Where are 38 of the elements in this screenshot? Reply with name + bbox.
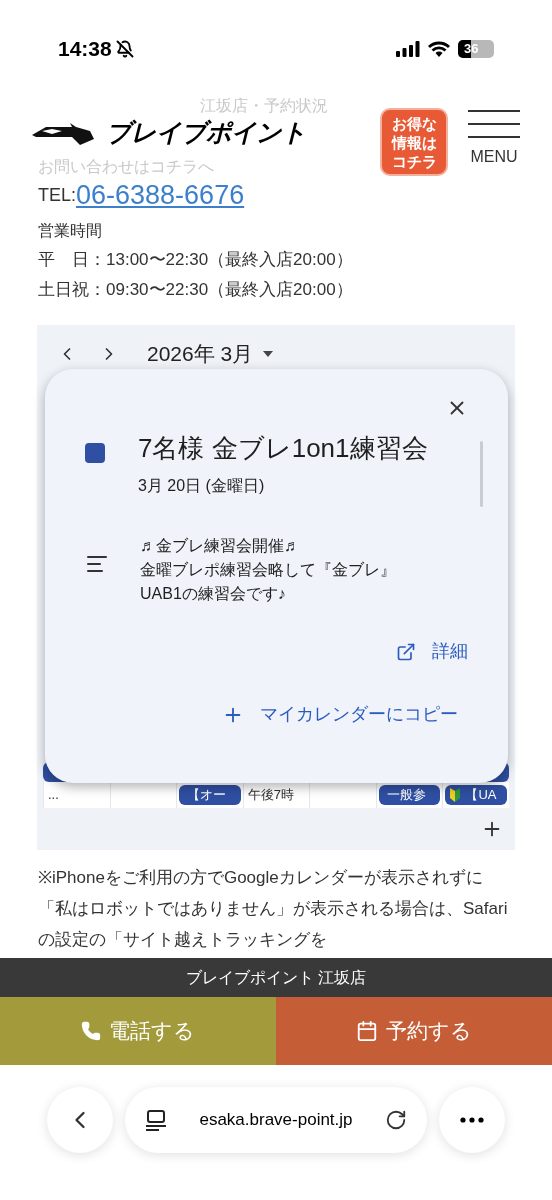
shop-name: ブレイブポイント 江坂店 <box>185 967 367 988</box>
event-description: ♬金ブレ練習会開催♬ 金曜ブレポ練習会略して『金ブレ』 UAB1の練習会です♪ <box>140 536 396 604</box>
event-title: 7名様 金ブレ1on1練習会 <box>138 432 428 465</box>
reload-icon[interactable] <box>385 1109 407 1131</box>
calendar-icon <box>356 1020 378 1042</box>
url-text: esaka.brave-point.jp <box>199 1109 353 1132</box>
silent-bell-icon <box>115 40 134 58</box>
clock: 14:38 <box>58 36 112 63</box>
copy-to-calendar-button[interactable]: マイカレンダーにコピー <box>222 701 458 728</box>
details-link[interactable]: 詳細 <box>396 638 468 665</box>
menu-button[interactable]: MENU <box>468 108 520 169</box>
hours-time: ：09:30〜22:30（最終入店20:00） <box>89 278 353 301</box>
hours-title: 営業時間 <box>38 221 103 241</box>
event-chip[interactable]: 【オー <box>179 785 241 805</box>
promo-button[interactable]: お得な情報はコチラ <box>380 108 448 176</box>
page-menu-icon[interactable] <box>145 1109 167 1131</box>
hours-day: 平 日 <box>38 247 89 273</box>
more-icon <box>460 1117 484 1123</box>
hours-time: ：13:00〜22:30（最終入店20:00） <box>89 249 353 271</box>
event-date: 3月 20日 (金曜日) <box>138 476 266 496</box>
address-bar[interactable]: esaka.brave-point.jp <box>125 1087 427 1153</box>
wifi-icon <box>428 41 450 57</box>
external-link-icon <box>396 641 416 662</box>
logo-text: ブレイブポイント <box>106 120 306 145</box>
phone-icon <box>81 1021 101 1041</box>
calendar-cell: ... <box>43 782 110 808</box>
phone-link[interactable]: 06-6388-6676 <box>76 182 245 209</box>
signal-icon <box>396 41 420 57</box>
beginner-mark-icon <box>449 788 462 802</box>
reserve-button[interactable]: 予約する <box>276 997 552 1065</box>
tel-label: TEL: <box>38 184 76 207</box>
month-selector[interactable]: 2026年 3月 <box>147 338 254 370</box>
iphone-note: ※iPhoneをご利用の方でGoogleカレンダーが表示されずに「私はロボットではありません」が表示される場合は、Safariの設定の「サイト越えトラッキングを <box>38 867 509 951</box>
event-chip[interactable]: 【UA <box>445 785 507 805</box>
event-chip[interactable]: 一般参 <box>378 785 441 805</box>
dropdown-caret-icon[interactable] <box>263 351 274 357</box>
battery-level: 36 <box>463 40 479 58</box>
hours-day: 土日祝 <box>38 276 89 302</box>
